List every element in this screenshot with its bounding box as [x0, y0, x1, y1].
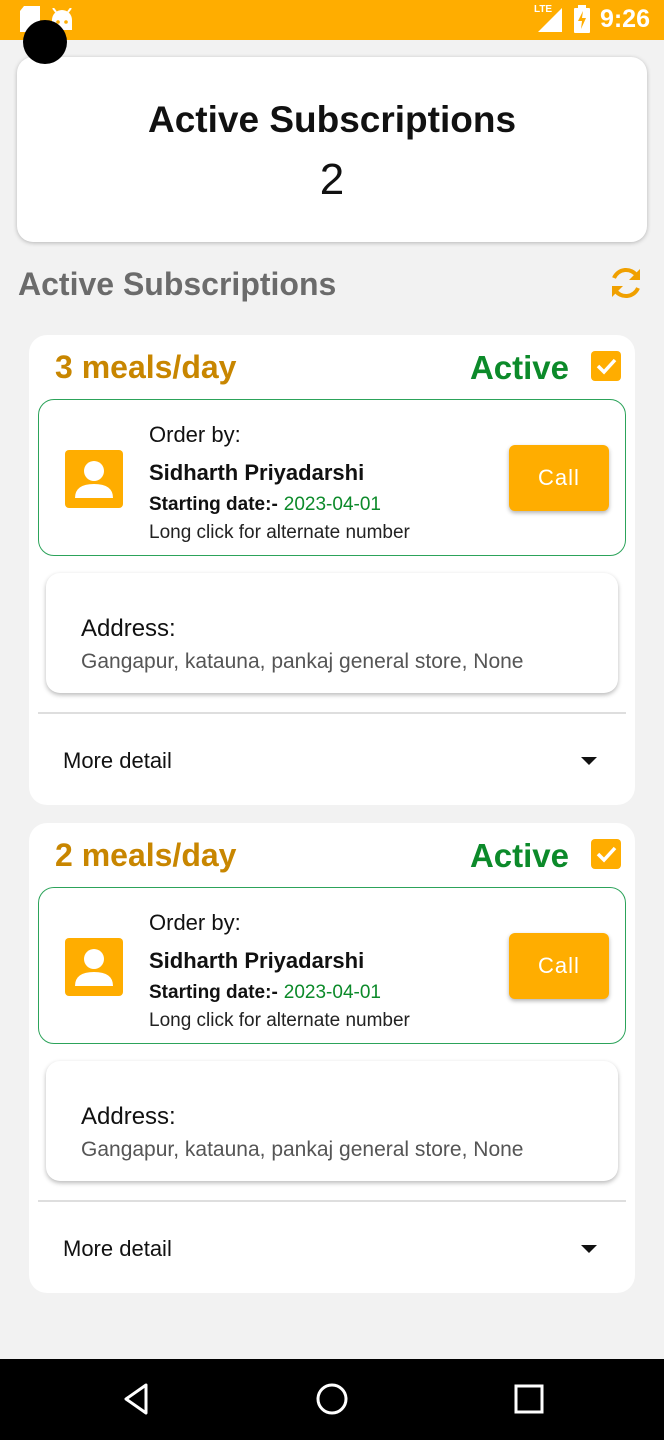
status-right-icons: LTE 9:26	[534, 4, 650, 34]
clock: 9:26	[599, 4, 650, 33]
starting-date-label: Starting date:-	[149, 494, 278, 515]
starting-date-row: Starting date:- 2023-04-01	[149, 494, 410, 516]
starting-date-row: Starting date:- 2023-04-01	[149, 982, 410, 1004]
status-label: Active	[469, 349, 569, 386]
address-box: Address: Gangapur, katauna, pankaj gener…	[46, 1061, 618, 1181]
checkbox-checked-icon[interactable]	[591, 839, 621, 869]
meals-per-day: 2 meals/day	[55, 837, 237, 873]
starting-date-value: 2023-04-01	[283, 982, 381, 1003]
starting-date-value: 2023-04-01	[283, 494, 381, 515]
customer-name: Sidharth Priyadarshi	[149, 460, 365, 485]
more-detail-toggle[interactable]: More detail	[63, 748, 172, 774]
summary-title: Active Subscriptions	[147, 99, 517, 140]
address-label: Address:	[81, 1103, 176, 1130]
recents-icon[interactable]	[512, 1382, 546, 1416]
alternate-number-hint: Long click for alternate number	[149, 522, 410, 543]
address-box: Address: Gangapur, katauna, pankaj gener…	[46, 573, 618, 693]
call-button[interactable]: Call	[509, 933, 609, 999]
lte-signal-icon: LTE	[534, 4, 564, 34]
section-title: Active Subscriptions	[18, 266, 337, 302]
divider	[38, 1200, 626, 1202]
address-value: Gangapur, katauna, pankaj general store,…	[81, 650, 524, 673]
order-text: Order by: Sidharth Priyadarshi Starting …	[149, 422, 410, 544]
home-icon[interactable]	[314, 1381, 350, 1417]
refresh-icon[interactable]	[606, 263, 646, 303]
order-text: Order by: Sidharth Priyadarshi Starting …	[149, 910, 410, 1032]
order-info-box[interactable]: Order by: Sidharth Priyadarshi Starting …	[38, 887, 626, 1044]
status-label: Active	[469, 837, 569, 874]
order-info-box[interactable]: Order by: Sidharth Priyadarshi Starting …	[38, 399, 626, 556]
subscription-card: 3 meals/day Active Order by: Sidharth Pr…	[29, 335, 635, 805]
customer-name: Sidharth Priyadarshi	[149, 948, 365, 973]
subscription-card: 2 meals/day Active Order by: Sidharth Pr…	[29, 823, 635, 1293]
dropdown-arrow-icon[interactable]	[581, 757, 597, 765]
camera-cutout	[23, 20, 67, 64]
alternate-number-hint: Long click for alternate number	[149, 1010, 410, 1031]
battery-charging-icon	[573, 5, 590, 33]
dropdown-arrow-icon[interactable]	[581, 1245, 597, 1253]
summary-card: Active Subscriptions 2	[17, 57, 647, 242]
order-by-label: Order by:	[149, 422, 241, 447]
divider	[38, 712, 626, 714]
person-icon	[65, 450, 123, 508]
back-icon[interactable]	[118, 1381, 154, 1417]
starting-date-label: Starting date:-	[149, 982, 278, 1003]
checkbox-checked-icon[interactable]	[591, 351, 621, 381]
more-detail-toggle[interactable]: More detail	[63, 1236, 172, 1262]
address-value: Gangapur, katauna, pankaj general store,…	[81, 1138, 524, 1161]
call-button[interactable]: Call	[509, 445, 609, 511]
address-label: Address:	[81, 615, 176, 642]
subscription-count: 2	[319, 155, 345, 204]
order-by-label: Order by:	[149, 910, 241, 935]
navigation-bar	[0, 1359, 664, 1440]
person-icon	[65, 938, 123, 996]
status-bar: LTE 9:26	[0, 0, 664, 40]
meals-per-day: 3 meals/day	[55, 349, 237, 385]
